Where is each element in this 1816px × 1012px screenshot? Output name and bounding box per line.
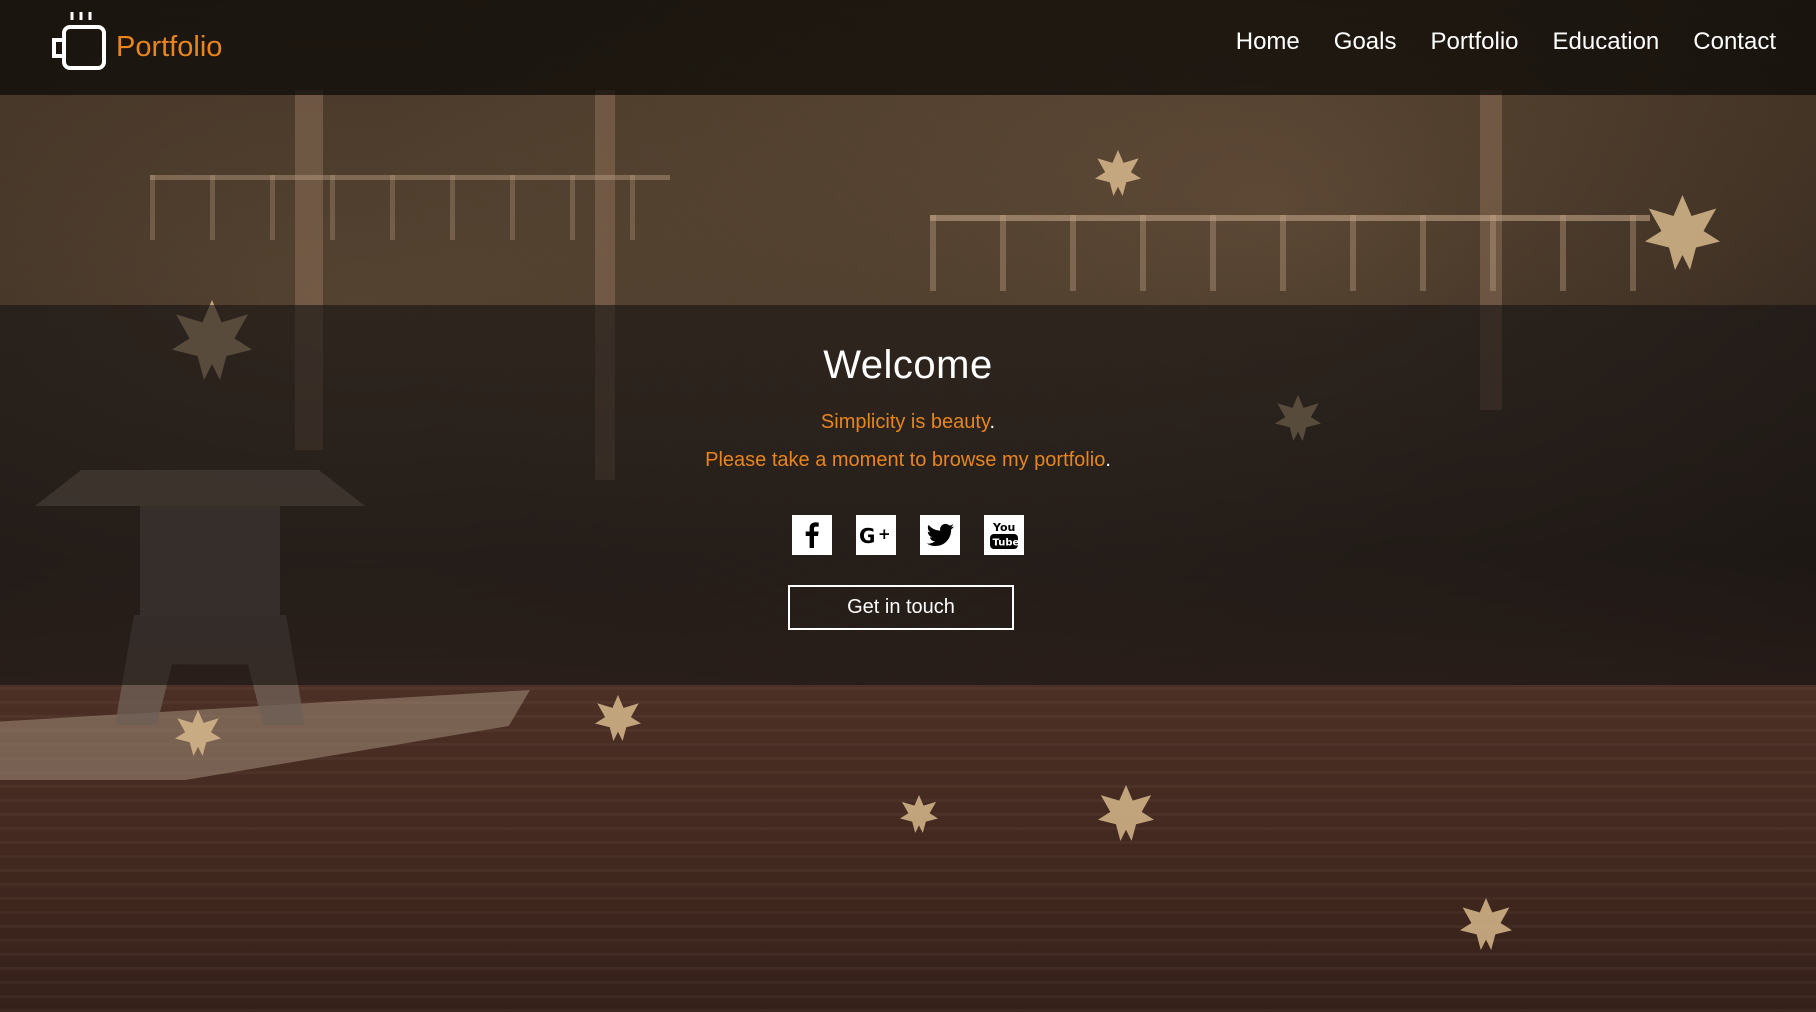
- tagline-secondary-period: .: [1105, 449, 1111, 471]
- social-links: G + You Tube: [0, 515, 1816, 555]
- logo-text: Portfolio: [116, 31, 223, 63]
- falling-leaf: [1095, 150, 1141, 196]
- falling-leaf: [1645, 195, 1720, 270]
- coffee-cup-icon: [52, 12, 106, 70]
- tagline-primary: Simplicity is beauty.: [0, 411, 1816, 434]
- svg-text:+: +: [878, 525, 891, 543]
- main-nav: Home Goals Portfolio Education Contact: [1236, 28, 1776, 56]
- logo-link[interactable]: Portfolio: [48, 10, 222, 72]
- get-in-touch-button[interactable]: Get in touch: [788, 585, 1014, 630]
- svg-text:G: G: [859, 524, 875, 548]
- bridge-railing: [150, 175, 670, 240]
- hero-title: Welcome: [823, 343, 993, 387]
- nav-education[interactable]: Education: [1553, 28, 1660, 56]
- tagline-primary-text: Simplicity is beauty: [820, 411, 990, 433]
- nav-portfolio[interactable]: Portfolio: [1430, 28, 1518, 56]
- page: Portfolio Home Goals Portfolio Education…: [0, 0, 1816, 1012]
- twitter-link[interactable]: [920, 515, 960, 555]
- nav-goals[interactable]: Goals: [1334, 28, 1397, 56]
- google-plus-link[interactable]: G +: [856, 515, 896, 555]
- hero-banner: Welcome Simplicity is beauty. Please tak…: [0, 305, 1816, 685]
- youtube-icon: You Tube: [990, 521, 1020, 549]
- bridge-railing: [930, 215, 1650, 291]
- svg-text:You: You: [992, 521, 1015, 534]
- tagline-primary-period: .: [989, 411, 996, 433]
- nav-home[interactable]: Home: [1236, 28, 1300, 56]
- facebook-link[interactable]: [792, 515, 832, 555]
- twitter-icon: [926, 523, 954, 546]
- site-header: Portfolio Home Goals Portfolio Education…: [0, 0, 1816, 95]
- youtube-link[interactable]: You Tube: [984, 515, 1024, 555]
- nav-contact[interactable]: Contact: [1693, 28, 1776, 56]
- tagline-secondary-text: Please take a moment to browse my portfo…: [705, 449, 1106, 471]
- tagline-secondary: Please take a moment to browse my portfo…: [0, 449, 1816, 472]
- svg-text:Tube: Tube: [993, 538, 1020, 549]
- google-plus-icon: G +: [859, 524, 891, 548]
- facebook-icon: [805, 522, 819, 548]
